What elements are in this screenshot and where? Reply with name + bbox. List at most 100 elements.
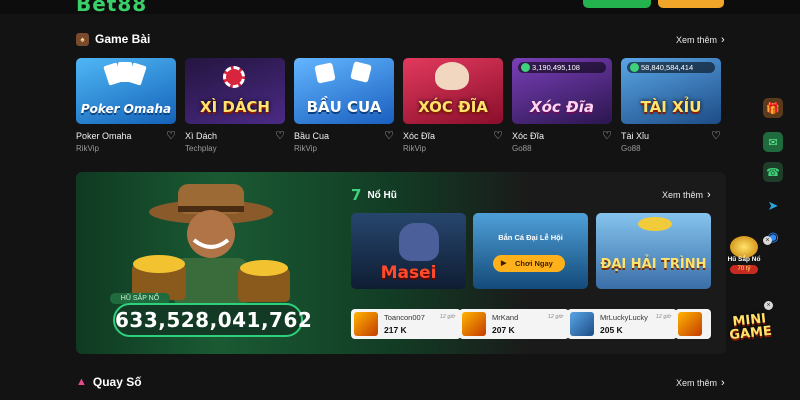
favorite-heart-icon[interactable]: ♡ [166, 129, 176, 142]
favorite-heart-icon[interactable]: ♡ [493, 129, 503, 142]
winner-game-thumbnail [462, 312, 486, 336]
winner-amount: 207 K [492, 325, 515, 335]
game-provider: Techplay [185, 144, 217, 153]
game-card-tai-xiu[interactable]: 58,840,584,414 TÀI XỈU Tài Xỉu ♡ Go88 [621, 58, 721, 153]
floating-jackpot-widget[interactable]: Hũ Sắp Nổ 70 tỷ [722, 236, 766, 278]
game-name[interactable]: Poker Omaha [76, 131, 132, 141]
game-art-title: TÀI XỈU [640, 98, 702, 116]
game-bai-see-more[interactable]: Xem thêm › [676, 34, 725, 46]
phone-icon[interactable]: ☎ [763, 162, 783, 182]
game-name[interactable]: Xóc Đĩa [403, 131, 435, 141]
game-provider: RikVip [76, 144, 99, 153]
see-more-label: Xem thêm [662, 190, 704, 200]
chevron-right-icon: › [721, 34, 725, 46]
jackpot-value: 3,190,495,108 [532, 63, 580, 72]
quay-so-title: Quay Số [92, 375, 142, 389]
floating-jackpot-value: 70 tỷ [730, 265, 758, 274]
game-provider: Go88 [512, 144, 532, 153]
game-card-bau-cua[interactable]: BẦU CUA Bầu Cua ♡ RikVip [294, 58, 394, 153]
mini-game-logo: MINI GAME [728, 311, 773, 344]
cowboy-mascot-illustration [132, 184, 290, 308]
top-header: Bet88 [0, 0, 800, 16]
favorite-heart-icon[interactable]: ♡ [602, 129, 612, 142]
game-card-xoc-dia-go88[interactable]: 3,190,495,108 Xóc Đĩa Xóc Đĩa ♡ Go88 [512, 58, 612, 153]
game-art-title: Poker Omaha [80, 102, 172, 116]
mini-game-widget[interactable]: MINI GAME [722, 310, 778, 356]
winner-time: 12 giờ [439, 314, 455, 320]
jackpot-counter: 58,840,584,414 [627, 62, 715, 73]
game-card-poker-omaha[interactable]: Poker Omaha Poker Omaha ♡ RikVip [76, 58, 176, 153]
winner-username: MrLuckyLucky [600, 313, 648, 322]
jackpot-pot-icon [730, 236, 758, 258]
chevron-right-icon: › [707, 189, 711, 201]
play-now-label: Chơi Ngay [515, 259, 553, 268]
close-icon[interactable]: × [763, 236, 772, 245]
winner-time: 12 giờ [547, 314, 563, 320]
game-thumbnail[interactable]: BẦU CUA [294, 58, 394, 124]
login-button[interactable] [658, 0, 724, 8]
game-thumbnail[interactable]: 3,190,495,108 Xóc Đĩa [512, 58, 612, 124]
winner-game-thumbnail [354, 312, 378, 336]
favorite-heart-icon[interactable]: ♡ [384, 129, 394, 142]
gem-icon [630, 63, 639, 72]
game-thumbnail[interactable]: XÌ DÁCH [185, 58, 285, 124]
no-hu-header: 7 Nổ Hũ [351, 186, 397, 204]
see-more-label: Xem thêm [676, 35, 718, 45]
game-thumbnail[interactable]: XÓC ĐĨA [403, 58, 503, 124]
telegram-icon[interactable]: ➤ [763, 196, 783, 216]
jackpot-value: 58,840,584,414 [641, 63, 694, 72]
winner-card[interactable]: Toancon007 12 giờ 217 K [351, 309, 461, 339]
quay-so-see-more[interactable]: Xem thêm › [676, 377, 725, 389]
winner-card[interactable]: MrKand 12 giờ 207 K [459, 309, 569, 339]
chevron-right-icon: › [721, 377, 725, 389]
play-now-button[interactable]: ▶ Chơi Ngay [493, 255, 565, 272]
monster-illustration [399, 223, 439, 261]
winner-game-thumbnail [570, 312, 594, 336]
winner-username: MrKand [492, 313, 519, 322]
register-button[interactable] [583, 0, 651, 8]
game-card-xi-dach[interactable]: XÌ DÁCH Xì Dách ♡ Techplay [185, 58, 285, 153]
winner-amount: 217 K [384, 325, 407, 335]
straw-hat-illustration [638, 217, 672, 231]
gem-icon [521, 63, 530, 72]
lottery-icon: ▲ [76, 376, 87, 388]
seven-icon: 7 [351, 186, 362, 204]
game-bai-list: Poker Omaha Poker Omaha ♡ RikVip XÌ DÁCH… [76, 58, 724, 158]
jackpot-counter: 3,190,495,108 [518, 62, 606, 73]
winner-time: 12 giờ [655, 314, 671, 320]
favorite-heart-icon[interactable]: ♡ [275, 129, 285, 142]
game-thumbnail[interactable]: 58,840,584,414 TÀI XỈU [621, 58, 721, 124]
winner-card[interactable]: MrLuckyLucky 12 giờ 205 K [567, 309, 677, 339]
slot-card-masei[interactable]: Masei [351, 213, 466, 289]
game-art-title: Xóc Đĩa [530, 98, 594, 116]
game-bai-title: Game Bài [95, 32, 151, 46]
dice-icon [314, 62, 336, 84]
game-provider: Go88 [621, 144, 641, 153]
game-thumbnail[interactable]: Poker Omaha [76, 58, 176, 124]
game-provider: RikVip [294, 144, 317, 153]
cards-icon: ♠ [76, 32, 89, 46]
game-name[interactable]: Bầu Cua [294, 131, 329, 141]
floating-jackpot-label: Hũ Sắp Nổ [727, 256, 761, 263]
game-name[interactable]: Xì Dách [185, 131, 217, 141]
gift-icon[interactable]: 🎁 [763, 98, 783, 118]
winner-amount: 205 K [600, 325, 623, 335]
winner-game-thumbnail [678, 312, 702, 336]
slot-card-dai-hai-trinh[interactable]: ĐẠI HẢI TRÌNH [596, 213, 711, 289]
game-art-title: BẦU CUA [306, 98, 382, 116]
winner-card[interactable] [675, 309, 711, 339]
favorite-heart-icon[interactable]: ♡ [711, 129, 721, 142]
game-card-xoc-dia-rikvip[interactable]: XÓC ĐĨA Xóc Đĩa ♡ RikVip [403, 58, 503, 153]
game-name[interactable]: Xóc Đĩa [512, 131, 544, 141]
winner-username: Toancon007 [384, 313, 425, 322]
game-name[interactable]: Tài Xỉu [621, 131, 649, 141]
slot-card-ban-ca[interactable]: Bắn Cá Đại Lễ Hội ▶ Chơi Ngay [473, 213, 588, 289]
jackpot-total: 633,528,041,762 [113, 303, 312, 337]
no-hu-title: Nổ Hũ [367, 189, 397, 201]
close-icon[interactable]: × [764, 301, 773, 310]
slot-title: Bắn Cá Đại Lễ Hội [498, 233, 563, 242]
site-logo[interactable]: Bet88 [76, 0, 147, 16]
no-hu-see-more[interactable]: Xem thêm › [662, 189, 711, 201]
chat-icon[interactable]: ✉ [763, 132, 783, 152]
game-art-title: XÓC ĐĨA [418, 98, 488, 116]
